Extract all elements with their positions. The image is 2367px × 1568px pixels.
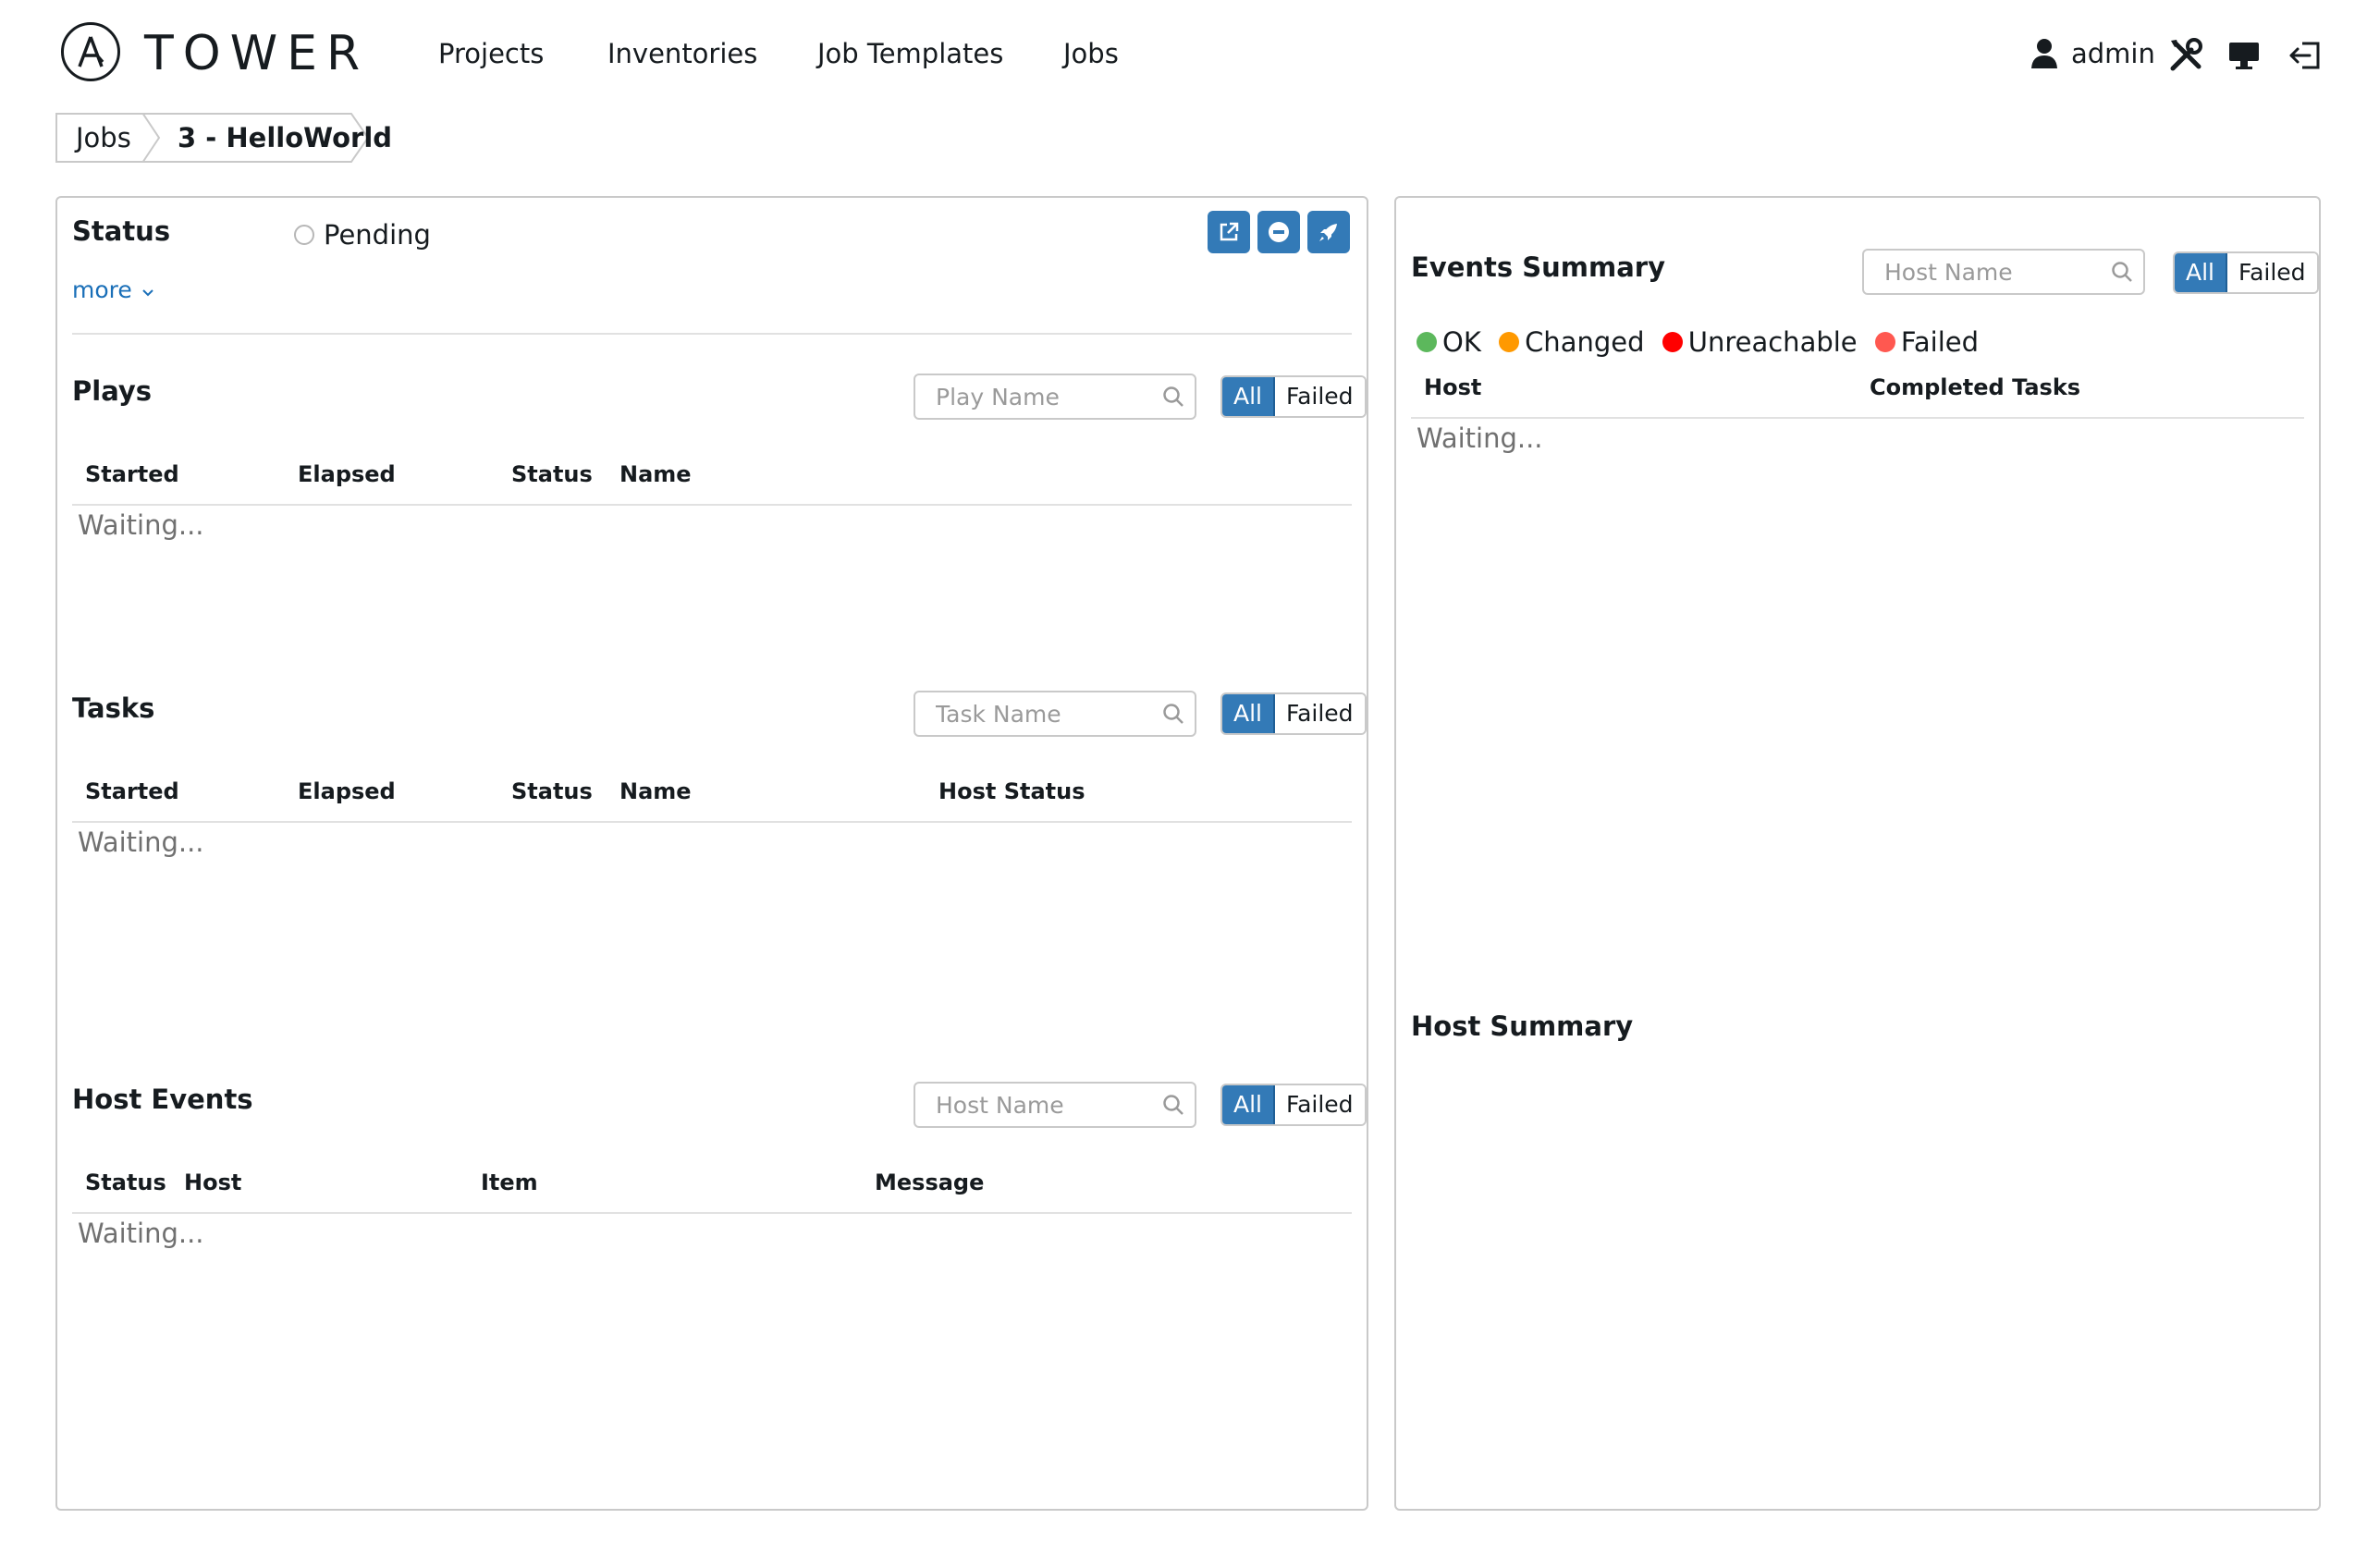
- nav-projects[interactable]: Projects: [438, 35, 544, 72]
- summary-panel: [1394, 196, 2321, 1511]
- open-external-button[interactable]: [1208, 211, 1250, 253]
- events-host-search[interactable]: [1862, 249, 2145, 295]
- tasks-filter-toggle[interactable]: All Failed: [1220, 692, 1367, 735]
- breadcrumb-jobs[interactable]: Jobs: [76, 122, 131, 153]
- host-events-search-input[interactable]: [936, 1091, 1148, 1119]
- events-legend: OK Changed Unreachable Failed: [1417, 325, 1988, 359]
- events-header-divider: [1411, 417, 2304, 419]
- plays-col-started: Started: [85, 461, 179, 487]
- plays-title: Plays: [72, 375, 153, 407]
- tower-logo-icon[interactable]: [61, 22, 120, 81]
- host-events-col-host: Host: [184, 1170, 242, 1195]
- plays-col-elapsed: Elapsed: [298, 461, 396, 487]
- plays-waiting: Waiting...: [78, 509, 204, 541]
- external-link-icon: [1220, 222, 1239, 241]
- unreachable-dot-icon: [1662, 332, 1683, 352]
- tasks-waiting: Waiting...: [78, 827, 204, 858]
- search-icon[interactable]: [2110, 260, 2134, 284]
- plays-col-status: Status: [511, 461, 593, 487]
- nav-jobs[interactable]: Jobs: [1063, 35, 1119, 72]
- events-filter-toggle[interactable]: All Failed: [2173, 251, 2319, 294]
- events-col-completed-tasks: Completed Tasks: [1870, 374, 2081, 400]
- plays-header-divider: [72, 504, 1352, 506]
- plays-filter-toggle[interactable]: All Failed: [1220, 375, 1367, 418]
- status-text: Pending: [324, 219, 431, 251]
- legend-failed: Failed: [1874, 326, 1979, 358]
- tasks-col-name: Name: [619, 778, 692, 804]
- tasks-filter-all[interactable]: All: [1222, 694, 1275, 733]
- tasks-title: Tasks: [72, 692, 155, 724]
- plays-filter-failed[interactable]: Failed: [1275, 377, 1365, 416]
- host-events-title: Host Events: [72, 1084, 253, 1115]
- host-events-header-divider: [72, 1212, 1352, 1214]
- search-icon[interactable]: [1161, 1093, 1185, 1117]
- tasks-col-started: Started: [85, 778, 179, 804]
- chevron-down-icon[interactable]: [141, 288, 154, 298]
- user-name[interactable]: admin: [2071, 38, 2155, 69]
- host-events-filter-failed[interactable]: Failed: [1275, 1085, 1365, 1124]
- pending-circle-icon: [294, 225, 314, 245]
- task-search-input[interactable]: [936, 700, 1148, 728]
- host-events-col-status: Status: [85, 1170, 166, 1195]
- host-events-col-item: Item: [481, 1170, 538, 1195]
- tasks-header-divider: [72, 821, 1352, 823]
- events-waiting: Waiting...: [1417, 423, 1543, 454]
- task-search[interactable]: [914, 691, 1196, 737]
- tools-icon[interactable]: [2167, 37, 2204, 74]
- play-search[interactable]: [914, 374, 1196, 420]
- events-summary-title: Events Summary: [1411, 251, 1665, 283]
- tasks-col-elapsed: Elapsed: [298, 778, 396, 804]
- status-divider: [72, 333, 1352, 335]
- events-host-search-input[interactable]: [1884, 258, 2097, 286]
- events-filter-all[interactable]: All: [2175, 253, 2227, 292]
- more-toggle[interactable]: more: [72, 276, 154, 305]
- host-summary-title: Host Summary: [1411, 1011, 1634, 1042]
- tasks-col-status: Status: [511, 778, 593, 804]
- plays-filter-all[interactable]: All: [1222, 377, 1275, 416]
- failed-dot-icon: [1874, 332, 1895, 352]
- host-events-waiting: Waiting...: [78, 1218, 204, 1249]
- host-events-col-message: Message: [875, 1170, 985, 1195]
- search-icon[interactable]: [1161, 702, 1185, 726]
- monitor-icon[interactable]: [2226, 39, 2262, 72]
- plays-col-name: Name: [619, 461, 692, 487]
- play-search-input[interactable]: [936, 383, 1148, 410]
- host-events-search[interactable]: [914, 1082, 1196, 1128]
- nav-inventories[interactable]: Inventories: [607, 35, 757, 72]
- nav-job-templates[interactable]: Job Templates: [817, 35, 1003, 72]
- host-events-filter-all[interactable]: All: [1222, 1085, 1275, 1124]
- status-value: Pending: [294, 218, 431, 251]
- legend-changed: Changed: [1499, 326, 1645, 358]
- user-menu[interactable]: admin: [2030, 30, 2155, 78]
- legend-unreachable: Unreachable: [1662, 326, 1858, 358]
- logout-icon[interactable]: [2287, 39, 2323, 72]
- search-icon[interactable]: [1161, 385, 1185, 409]
- breadcrumb-separator-icon: [141, 113, 161, 163]
- rocket-icon: [1319, 224, 1337, 241]
- events-col-host: Host: [1424, 374, 1482, 400]
- legend-ok: OK: [1417, 326, 1481, 358]
- brand-name[interactable]: TOWER: [144, 24, 369, 83]
- more-label[interactable]: more: [72, 276, 132, 303]
- minus-circle-icon: [1269, 222, 1289, 242]
- ok-dot-icon: [1417, 332, 1437, 352]
- breadcrumb: Jobs 3 - HelloWorld: [55, 113, 407, 163]
- status-label: Status: [72, 215, 171, 247]
- tasks-filter-failed[interactable]: Failed: [1275, 694, 1365, 733]
- events-filter-failed[interactable]: Failed: [2227, 253, 2317, 292]
- host-events-filter-toggle[interactable]: All Failed: [1220, 1084, 1367, 1126]
- breadcrumb-current: 3 - HelloWorld: [178, 122, 393, 153]
- relaunch-button[interactable]: [1307, 211, 1350, 253]
- changed-dot-icon: [1499, 332, 1520, 352]
- user-icon: [2031, 39, 2057, 68]
- cancel-job-button[interactable]: [1257, 211, 1300, 253]
- tasks-col-host-status: Host Status: [938, 778, 1085, 804]
